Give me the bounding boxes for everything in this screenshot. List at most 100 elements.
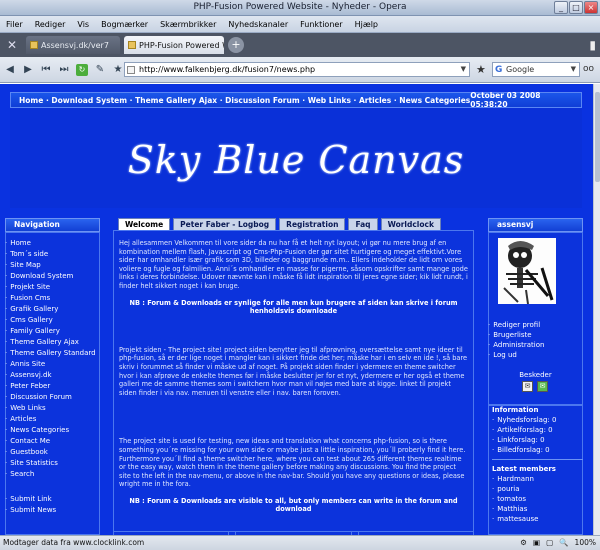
nav-item-family-gallery[interactable]: Family Gallery xyxy=(5,326,100,337)
menu-feeds[interactable]: Nyhedskanaler xyxy=(228,20,288,29)
maximize-button[interactable]: □ xyxy=(569,1,583,14)
new-tab-button[interactable]: + xyxy=(228,37,244,53)
nav-item-site-statistics[interactable]: Site Statistics xyxy=(5,458,100,469)
vertical-scrollbar[interactable] xyxy=(593,84,600,535)
nav-item-site-map[interactable]: Site Map xyxy=(5,260,100,271)
chevron-down-icon[interactable]: ▼ xyxy=(461,63,466,76)
latest-members-title: Latest members xyxy=(492,465,556,473)
tab-assensvj[interactable]: Assensvj.dk/ver7 xyxy=(26,36,120,54)
menu-widgets[interactable]: Skærmbrikker xyxy=(160,20,216,29)
tab-php-fusion[interactable]: PHP-Fusion Powered W... × xyxy=(124,36,224,54)
nav-item-home[interactable]: Home xyxy=(5,238,100,249)
link-administration[interactable]: Administration xyxy=(488,340,583,350)
search-input[interactable]: G Google ▼ xyxy=(492,62,580,77)
nav-item-theme-gallery-standard[interactable]: Theme Gallery Standard xyxy=(5,348,100,359)
menu-bookmarks[interactable]: Bogmærker xyxy=(101,20,148,29)
back-icon[interactable]: ◀ xyxy=(4,64,16,75)
nav-item-discussion-forum[interactable]: Discussion Forum xyxy=(5,392,100,403)
divider xyxy=(492,459,583,460)
nav-item-search[interactable]: Search xyxy=(5,469,100,480)
tools-icon[interactable]: ✕ xyxy=(2,36,22,54)
top-nav-links[interactable]: Home · Download System · Theme Gallery A… xyxy=(19,96,470,105)
nav-item-news-categories[interactable]: News Categories xyxy=(5,425,100,436)
member-link[interactable]: tomatos xyxy=(492,494,583,504)
edit-icon[interactable]: ✎ xyxy=(94,64,106,75)
nav-item-annis-site[interactable]: Annis Site xyxy=(5,359,100,370)
username: assensvj xyxy=(497,220,534,229)
nav-item-download-system[interactable]: Download System xyxy=(5,271,100,282)
menu-help[interactable]: Hjælp xyxy=(355,20,378,29)
image-icon[interactable]: ▣ xyxy=(533,536,540,550)
zoom-level[interactable]: 100% xyxy=(575,536,596,550)
nav-item-cms-gallery[interactable]: Cms Gallery xyxy=(5,315,100,326)
nav-item-toms-side[interactable]: Tom´s side xyxy=(5,249,100,260)
nav-item-peter-feber[interactable]: Peter Feber xyxy=(5,381,100,392)
reload-icon[interactable]: ↻ xyxy=(76,63,88,76)
menu-tools[interactable]: Funktioner xyxy=(300,20,342,29)
window-titlebar: PHP-Fusion Powered Website - Nyheder - O… xyxy=(0,0,600,16)
avatar[interactable] xyxy=(498,238,556,304)
bookmark-star-icon[interactable]: ★ xyxy=(476,63,486,76)
nav-item-submit-link[interactable]: Submit Link xyxy=(5,494,100,505)
status-controls: ⚙ ▣ ▢ 🔍 100% xyxy=(520,536,596,550)
nav-item-theme-gallery-ajax[interactable]: Theme Gallery Ajax xyxy=(5,337,100,348)
user-panel-header: assensvj xyxy=(488,218,583,232)
address-input[interactable]: http://www.falkenbjerg.dk/fusion7/news.p… xyxy=(124,62,470,77)
tab-faq[interactable]: Faq xyxy=(348,218,378,230)
tab-label: PHP-Fusion Powered W... xyxy=(139,40,224,50)
inbox-icon[interactable]: ✉ xyxy=(522,381,533,392)
bookmark-star-icon[interactable]: ★ xyxy=(112,64,124,75)
turbo-icon[interactable]: ⚙ xyxy=(520,536,527,550)
tab-welcome[interactable]: Welcome xyxy=(118,218,171,230)
tab-label: Assensvj.dk/ver7 xyxy=(41,40,109,50)
link-member-list[interactable]: Brugerliste xyxy=(488,330,583,340)
link-logout[interactable]: Log ud xyxy=(488,350,583,360)
address-toolbar: ◀ ▶ ⏮ ⏭ ↻ ✎ ★ http://www.falkenbjerg.dk/… xyxy=(0,57,600,83)
nav-item-projekt-site[interactable]: Projekt Site xyxy=(5,282,100,293)
info-title: Information xyxy=(492,406,539,414)
glasses-icon[interactable]: oo xyxy=(583,64,594,74)
fast-forward-icon[interactable]: ⏭ xyxy=(58,64,70,75)
zoom-icon[interactable]: 🔍 xyxy=(559,536,568,550)
scrollbar-thumb[interactable] xyxy=(595,92,600,182)
tab-logbog[interactable]: Peter Faber - Logbog xyxy=(173,218,277,230)
member-link[interactable]: pouria xyxy=(492,484,583,494)
tab-worldclock[interactable]: Worldclock xyxy=(380,218,441,230)
new-message-icon[interactable]: ✉ xyxy=(537,381,548,392)
nav-item-articles[interactable]: Articles xyxy=(5,414,100,425)
navigation-list: Home Tom´s side Site Map Download System… xyxy=(5,238,100,516)
chevron-down-icon[interactable]: ▼ xyxy=(571,63,576,76)
nav-item-assensvj[interactable]: Assensvj.dk xyxy=(5,370,100,381)
search-engine-label: Google xyxy=(506,65,535,74)
member-link[interactable]: mattesause xyxy=(492,514,583,524)
site-top-nav: Home · Download System · Theme Gallery A… xyxy=(10,91,582,109)
nav-item-guestbook[interactable]: Guestbook xyxy=(5,447,100,458)
nav-item-contact-me[interactable]: Contact Me xyxy=(5,436,100,447)
user-links: Rediger profil Brugerliste Administratio… xyxy=(488,320,583,360)
menu-view[interactable]: Vis xyxy=(77,20,89,29)
menu-edit[interactable]: Rediger xyxy=(35,20,66,29)
nav-item-fusion-cms[interactable]: Fusion Cms xyxy=(5,293,100,304)
menu-file[interactable]: Filer xyxy=(6,20,23,29)
page-icon xyxy=(127,66,135,74)
link-edit-profile[interactable]: Rediger profil xyxy=(488,320,583,330)
close-window-button[interactable]: × xyxy=(584,1,598,14)
page-favicon-icon xyxy=(30,41,38,49)
project-paragraph-danish: Projekt siden - The project site! projec… xyxy=(119,345,468,397)
member-link[interactable]: Hardmann xyxy=(492,474,583,484)
info-list: Information Nyhedsforslag: 0 Artikelfors… xyxy=(488,405,583,524)
nav-item-web-links[interactable]: Web Links xyxy=(5,403,100,414)
member-link[interactable]: Matthias xyxy=(492,504,583,514)
view-icon[interactable]: ▢ xyxy=(546,536,553,550)
content-tabs: Welcome Peter Faber - Logbog Registratio… xyxy=(118,218,441,230)
trash-icon[interactable]: ▮ xyxy=(589,38,596,52)
window-controls: _ □ × xyxy=(554,1,598,14)
minimize-button[interactable]: _ xyxy=(554,1,568,14)
status-bar: Modtager data fra www.clocklink.com ⚙ ▣ … xyxy=(0,535,600,550)
rewind-icon[interactable]: ⏮ xyxy=(40,64,52,75)
tab-registration[interactable]: Registration xyxy=(279,218,346,230)
nav-item-grafik-gallery[interactable]: Grafik Gallery xyxy=(5,304,100,315)
forward-icon[interactable]: ▶ xyxy=(22,64,34,75)
nav-item-submit-news[interactable]: Submit News xyxy=(5,505,100,516)
